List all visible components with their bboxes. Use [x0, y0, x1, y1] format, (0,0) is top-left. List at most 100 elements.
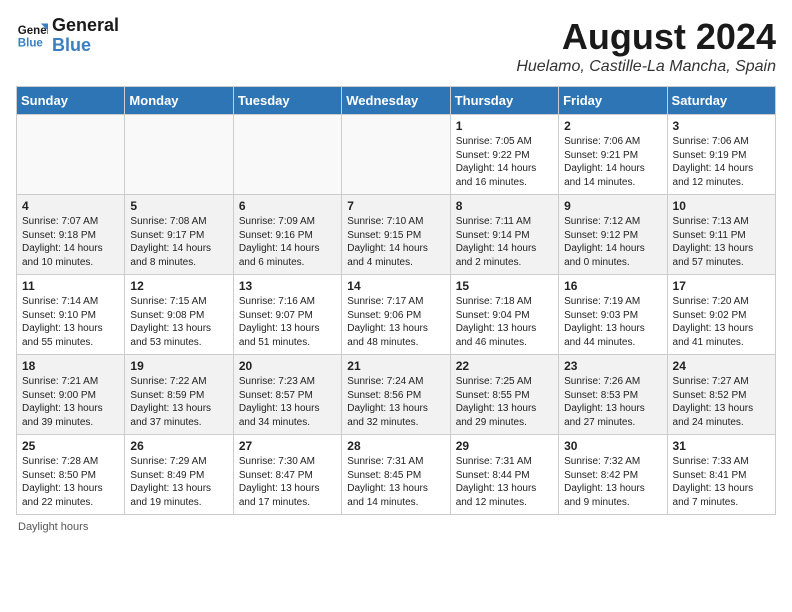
- calendar-cell: 22Sunrise: 7:25 AM Sunset: 8:55 PM Dayli…: [450, 355, 558, 435]
- day-info: Sunrise: 7:27 AM Sunset: 8:52 PM Dayligh…: [673, 375, 770, 429]
- day-info: Sunrise: 7:08 AM Sunset: 9:17 PM Dayligh…: [130, 215, 227, 269]
- column-header-wednesday: Wednesday: [342, 87, 450, 115]
- day-info: Sunrise: 7:06 AM Sunset: 9:21 PM Dayligh…: [564, 135, 661, 189]
- day-info: Sunrise: 7:31 AM Sunset: 8:44 PM Dayligh…: [456, 455, 553, 509]
- day-number: 19: [130, 359, 227, 373]
- calendar-cell: 8Sunrise: 7:11 AM Sunset: 9:14 PM Daylig…: [450, 195, 558, 275]
- day-info: Sunrise: 7:06 AM Sunset: 9:19 PM Dayligh…: [673, 135, 770, 189]
- day-number: 9: [564, 199, 661, 213]
- calendar-cell: 4Sunrise: 7:07 AM Sunset: 9:18 PM Daylig…: [17, 195, 125, 275]
- calendar-cell: 11Sunrise: 7:14 AM Sunset: 9:10 PM Dayli…: [17, 275, 125, 355]
- calendar-cell: 27Sunrise: 7:30 AM Sunset: 8:47 PM Dayli…: [233, 435, 341, 515]
- day-number: 18: [22, 359, 119, 373]
- week-row-1: 1 Sunrise: 7:05 AM Sunset: 9:22 PM Daylig…: [17, 115, 776, 195]
- day-number: 15: [456, 279, 553, 293]
- calendar-cell: 3 Sunrise: 7:06 AM Sunset: 9:19 PM Daylig…: [667, 115, 775, 195]
- calendar-cell: 12Sunrise: 7:15 AM Sunset: 9:08 PM Dayli…: [125, 275, 233, 355]
- day-number: 16: [564, 279, 661, 293]
- day-info: Sunrise: 7:12 AM Sunset: 9:12 PM Dayligh…: [564, 215, 661, 269]
- day-info: Sunrise: 7:23 AM Sunset: 8:57 PM Dayligh…: [239, 375, 336, 429]
- day-number: 25: [22, 439, 119, 453]
- title-area: August 2024 Huelamo, Castille-La Mancha,…: [516, 16, 776, 76]
- column-header-thursday: Thursday: [450, 87, 558, 115]
- day-number: 31: [673, 439, 770, 453]
- calendar-cell: 30 Sunrise: 7:32 AM Sunset: 8:42 PM Dayli…: [559, 435, 667, 515]
- day-info: Sunrise: 7:17 AM Sunset: 9:06 PM Dayligh…: [347, 295, 444, 349]
- calendar-cell: 15 Sunrise: 7:18 AM Sunset: 9:04 PM Dayli…: [450, 275, 558, 355]
- day-info: Sunrise: 7:05 AM Sunset: 9:22 PM Dayligh…: [456, 135, 553, 189]
- page-header: General Blue General Blue August 2024 Hu…: [16, 16, 776, 76]
- calendar-cell: 29 Sunrise: 7:31 AM Sunset: 8:44 PM Dayli…: [450, 435, 558, 515]
- day-info: Sunrise: 7:33 AM Sunset: 8:41 PM Dayligh…: [673, 455, 770, 509]
- calendar-cell: 21 Sunrise: 7:24 AM Sunset: 8:56 PM Dayli…: [342, 355, 450, 435]
- calendar-cell: 18 Sunrise: 7:21 AM Sunset: 9:00 PM Dayli…: [17, 355, 125, 435]
- day-number: 26: [130, 439, 227, 453]
- calendar-cell: 5 Sunrise: 7:08 AM Sunset: 9:17 PM Daylig…: [125, 195, 233, 275]
- day-info: Sunrise: 7:10 AM Sunset: 9:15 PM Dayligh…: [347, 215, 444, 269]
- day-info: Sunrise: 7:18 AM Sunset: 9:04 PM Dayligh…: [456, 295, 553, 349]
- day-info: Sunrise: 7:22 AM Sunset: 8:59 PM Dayligh…: [130, 375, 227, 429]
- location: Huelamo, Castille-La Mancha, Spain: [516, 58, 776, 76]
- calendar-cell: 2 Sunrise: 7:06 AM Sunset: 9:21 PM Daylig…: [559, 115, 667, 195]
- svg-text:Blue: Blue: [18, 37, 44, 49]
- calendar-cell: 9 Sunrise: 7:12 AM Sunset: 9:12 PM Daylig…: [559, 195, 667, 275]
- day-number: 6: [239, 199, 336, 213]
- day-number: 29: [456, 439, 553, 453]
- day-number: 30: [564, 439, 661, 453]
- calendar-cell: 1 Sunrise: 7:05 AM Sunset: 9:22 PM Daylig…: [450, 115, 558, 195]
- calendar-cell: 10Sunrise: 7:13 AM Sunset: 9:11 PM Dayli…: [667, 195, 775, 275]
- week-row-2: 4Sunrise: 7:07 AM Sunset: 9:18 PM Daylig…: [17, 195, 776, 275]
- day-number: 14: [347, 279, 444, 293]
- svg-text:General: General: [18, 25, 48, 37]
- logo-icon: General Blue: [16, 20, 48, 52]
- calendar-cell: 31 Sunrise: 7:33 AM Sunset: 8:41 PM Dayli…: [667, 435, 775, 515]
- column-header-tuesday: Tuesday: [233, 87, 341, 115]
- day-number: 7: [347, 199, 444, 213]
- week-row-5: 25 Sunrise: 7:28 AM Sunset: 8:50 PM Dayli…: [17, 435, 776, 515]
- day-number: 23: [564, 359, 661, 373]
- day-number: 2: [564, 119, 661, 133]
- calendar-cell: 25 Sunrise: 7:28 AM Sunset: 8:50 PM Dayli…: [17, 435, 125, 515]
- day-info: Sunrise: 7:32 AM Sunset: 8:42 PM Dayligh…: [564, 455, 661, 509]
- calendar-cell: 7 Sunrise: 7:10 AM Sunset: 9:15 PM Daylig…: [342, 195, 450, 275]
- logo: General Blue General Blue: [16, 16, 119, 56]
- day-info: Sunrise: 7:20 AM Sunset: 9:02 PM Dayligh…: [673, 295, 770, 349]
- column-header-sunday: Sunday: [17, 87, 125, 115]
- calendar-cell: 24Sunrise: 7:27 AM Sunset: 8:52 PM Dayli…: [667, 355, 775, 435]
- day-info: Sunrise: 7:26 AM Sunset: 8:53 PM Dayligh…: [564, 375, 661, 429]
- footer-note: Daylight hours: [16, 521, 776, 533]
- day-number: 3: [673, 119, 770, 133]
- day-number: 22: [456, 359, 553, 373]
- day-number: 5: [130, 199, 227, 213]
- calendar-table: SundayMondayTuesdayWednesdayThursdayFrid…: [16, 86, 776, 515]
- day-info: Sunrise: 7:28 AM Sunset: 8:50 PM Dayligh…: [22, 455, 119, 509]
- day-info: Sunrise: 7:31 AM Sunset: 8:45 PM Dayligh…: [347, 455, 444, 509]
- calendar-cell: [17, 115, 125, 195]
- calendar-cell: [125, 115, 233, 195]
- calendar-cell: 28 Sunrise: 7:31 AM Sunset: 8:45 PM Dayli…: [342, 435, 450, 515]
- day-number: 8: [456, 199, 553, 213]
- day-number: 4: [22, 199, 119, 213]
- day-info: Sunrise: 7:19 AM Sunset: 9:03 PM Dayligh…: [564, 295, 661, 349]
- calendar-body: 1 Sunrise: 7:05 AM Sunset: 9:22 PM Daylig…: [17, 115, 776, 515]
- logo-line1: General: [52, 16, 119, 36]
- calendar-cell: 16 Sunrise: 7:19 AM Sunset: 9:03 PM Dayli…: [559, 275, 667, 355]
- day-number: 28: [347, 439, 444, 453]
- day-number: 21: [347, 359, 444, 373]
- day-number: 27: [239, 439, 336, 453]
- column-header-monday: Monday: [125, 87, 233, 115]
- day-info: Sunrise: 7:13 AM Sunset: 9:11 PM Dayligh…: [673, 215, 770, 269]
- calendar-cell: 13Sunrise: 7:16 AM Sunset: 9:07 PM Dayli…: [233, 275, 341, 355]
- day-number: 17: [673, 279, 770, 293]
- calendar-cell: [233, 115, 341, 195]
- day-info: Sunrise: 7:24 AM Sunset: 8:56 PM Dayligh…: [347, 375, 444, 429]
- column-headers-row: SundayMondayTuesdayWednesdayThursdayFrid…: [17, 87, 776, 115]
- day-number: 20: [239, 359, 336, 373]
- day-info: Sunrise: 7:16 AM Sunset: 9:07 PM Dayligh…: [239, 295, 336, 349]
- calendar-cell: 20 Sunrise: 7:23 AM Sunset: 8:57 PM Dayli…: [233, 355, 341, 435]
- logo-text: General Blue: [52, 16, 119, 56]
- calendar-cell: 14 Sunrise: 7:17 AM Sunset: 9:06 PM Dayli…: [342, 275, 450, 355]
- calendar-cell: 17 Sunrise: 7:20 AM Sunset: 9:02 PM Dayli…: [667, 275, 775, 355]
- day-info: Sunrise: 7:21 AM Sunset: 9:00 PM Dayligh…: [22, 375, 119, 429]
- day-number: 1: [456, 119, 553, 133]
